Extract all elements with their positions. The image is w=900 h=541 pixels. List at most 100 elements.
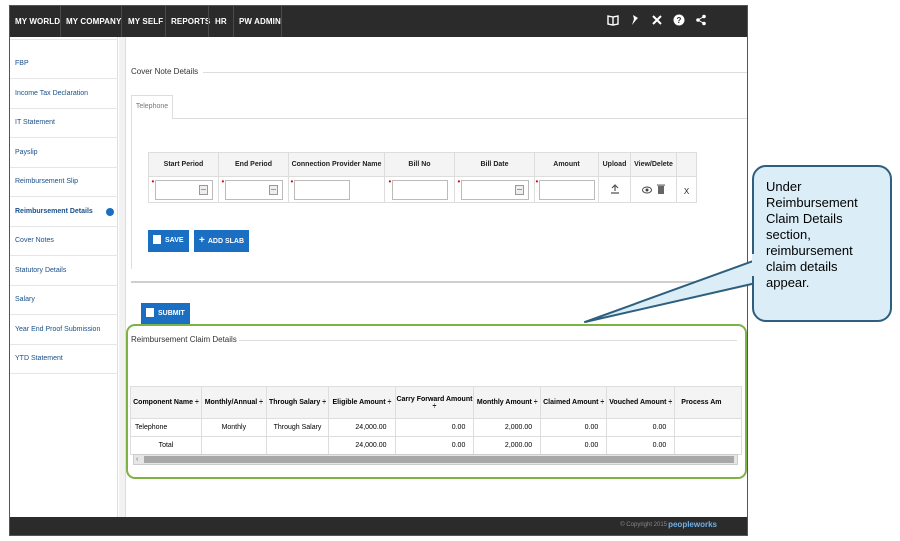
cell-through-salary bbox=[265, 436, 330, 455]
sidebar-item-fbp[interactable]: FBP bbox=[10, 50, 118, 79]
pin-icon[interactable] bbox=[628, 14, 642, 28]
tools-icon[interactable] bbox=[650, 14, 664, 28]
sidebar-item-label: Reimbursement Slip bbox=[15, 178, 79, 185]
table-row: Telephone Monthly Through Salary 24,000.… bbox=[130, 418, 742, 437]
upload-icon[interactable] bbox=[610, 183, 620, 194]
cell-claimed-amount: 0.00 bbox=[540, 418, 608, 437]
bill-date-input[interactable]: • bbox=[457, 176, 529, 200]
bill-no-cell: • bbox=[384, 176, 455, 203]
nav-my-self[interactable]: MY SELF bbox=[128, 6, 163, 37]
end-period-input[interactable]: • bbox=[221, 176, 283, 200]
bill-date-cell: • bbox=[454, 176, 535, 203]
col-monthly-amount[interactable]: Monthly Amount ÷ bbox=[473, 386, 542, 419]
table-row: • • • • • • X bbox=[148, 176, 697, 203]
submit-button[interactable]: SUBMIT bbox=[141, 303, 190, 325]
sidebar-item-payslip[interactable]: Payslip bbox=[10, 139, 118, 168]
view-delete-cell bbox=[630, 176, 677, 203]
sidebar-item-label: Reimbursement Details bbox=[15, 208, 93, 215]
col-vouched-amount[interactable]: Vouched Amount ÷ bbox=[606, 386, 676, 419]
col-bill-no: Bill No bbox=[384, 152, 455, 177]
col-eligible-amount[interactable]: Eligible Amount ÷ bbox=[328, 386, 396, 419]
sidebar-item-year-end-proof-submission[interactable]: Year End Proof Submission bbox=[10, 316, 118, 345]
start-period-input[interactable]: • bbox=[152, 177, 213, 200]
end-period-cell: • bbox=[218, 176, 289, 203]
claim-details-table: Component Name ÷ Monthly/Annual ÷ Throug… bbox=[130, 386, 742, 455]
plus-icon: + bbox=[199, 235, 205, 246]
cell-component-name: Telephone bbox=[130, 418, 202, 437]
table-row-total: Total 24,000.00 0.00 2,000.00 0.00 0.00 bbox=[130, 436, 742, 455]
sidebar-item-income-tax-declaration[interactable]: Income Tax Declaration bbox=[10, 80, 118, 109]
col-remove bbox=[676, 152, 697, 177]
calendar-icon[interactable] bbox=[198, 184, 208, 195]
claim-table-viewport: Component Name ÷ Monthly/Annual ÷ Throug… bbox=[130, 386, 742, 456]
provider-cell: • bbox=[288, 176, 385, 203]
sidebar-item-label: YTD Statement bbox=[15, 355, 63, 362]
cell-component-name: Total bbox=[130, 436, 202, 455]
sidebar-item-label: FBP bbox=[15, 60, 29, 67]
col-amount: Amount bbox=[534, 152, 599, 177]
amount-cell: • bbox=[534, 176, 599, 203]
callout-text: Under Reimbursement Claim Details sectio… bbox=[766, 179, 858, 290]
col-claimed-amount[interactable]: Claimed Amount ÷ bbox=[540, 386, 608, 419]
cell-monthly-amount: 2,000.00 bbox=[473, 418, 542, 437]
connection-provider-input[interactable]: • bbox=[291, 177, 350, 200]
book-icon[interactable] bbox=[606, 14, 620, 28]
scroll-left-arrow-icon[interactable]: ‹ bbox=[136, 455, 138, 464]
col-bill-date: Bill Date bbox=[454, 152, 535, 177]
cover-note-title: Cover Note Details bbox=[131, 67, 199, 76]
col-process-amount[interactable]: Process Am bbox=[674, 386, 742, 419]
cell-monthly-amount: 2,000.00 bbox=[473, 436, 542, 455]
remove-row-button[interactable]: X bbox=[684, 187, 689, 196]
nav-hr[interactable]: HR bbox=[215, 6, 227, 37]
help-icon[interactable]: ? bbox=[672, 14, 686, 28]
col-start-period: Start Period bbox=[148, 152, 219, 177]
tab-strip-line bbox=[173, 118, 747, 119]
sidebar-item-ytd-statement[interactable]: YTD Statement bbox=[10, 345, 118, 374]
tab-telephone[interactable]: Telephone bbox=[131, 95, 173, 119]
save-button[interactable]: SAVE bbox=[148, 230, 189, 252]
horizontal-scrollbar[interactable]: ‹ bbox=[133, 454, 738, 465]
amount-input[interactable]: • bbox=[536, 177, 595, 200]
required-marker: • bbox=[457, 176, 461, 186]
cell-vouched-amount: 0.00 bbox=[606, 436, 676, 455]
add-slab-button-label: ADD SLAB bbox=[207, 238, 245, 245]
col-through-salary[interactable]: Through Salary ÷ bbox=[265, 386, 330, 419]
callout-box: Under Reimbursement Claim Details sectio… bbox=[752, 165, 892, 322]
save-icon bbox=[146, 308, 154, 317]
copyright-text: © Copyright 2015 bbox=[620, 522, 667, 528]
nav-separator bbox=[165, 6, 166, 37]
sidebar-item-statutory-details[interactable]: Statutory Details bbox=[10, 257, 118, 286]
add-slab-button[interactable]: + ADD SLAB bbox=[194, 230, 250, 252]
sidebar-item-reimbursement-slip[interactable]: Reimbursement Slip bbox=[10, 168, 118, 197]
tab-panel-border bbox=[131, 119, 132, 269]
share-icon[interactable] bbox=[694, 14, 708, 28]
nav-separator bbox=[208, 6, 209, 37]
nav-separator bbox=[281, 6, 282, 37]
scrollbar-thumb[interactable] bbox=[144, 456, 734, 463]
cell-process-amount bbox=[674, 436, 742, 455]
calendar-icon[interactable] bbox=[514, 184, 524, 195]
sidebar-item-it-statement[interactable]: IT Statement bbox=[10, 109, 118, 138]
view-icon[interactable] bbox=[642, 186, 653, 194]
nav-reports[interactable]: REPORTS bbox=[171, 6, 210, 37]
nav-separator bbox=[233, 6, 234, 37]
col-monthly-annual[interactable]: Monthly/Annual ÷ bbox=[200, 386, 267, 419]
section-divider bbox=[203, 72, 747, 73]
trash-icon[interactable] bbox=[656, 184, 665, 194]
cell-carry-forward-amount: 0.00 bbox=[394, 418, 475, 437]
calendar-icon[interactable] bbox=[268, 184, 278, 195]
footer-bar: © Copyright 2015 peopleworks bbox=[10, 517, 747, 535]
sidebar-item-salary[interactable]: Salary bbox=[10, 286, 118, 315]
required-marker: • bbox=[221, 176, 225, 186]
sidebar-item-reimbursement-details[interactable]: Reimbursement Details bbox=[10, 198, 118, 227]
col-component-name[interactable]: Component Name ÷ bbox=[130, 386, 202, 419]
col-carry-forward-amount[interactable]: Carry Forward Amount ÷ bbox=[394, 386, 475, 419]
sidebar-item-cover-notes[interactable]: Cover Notes bbox=[10, 227, 118, 256]
nav-pw-admin[interactable]: PW ADMIN bbox=[239, 6, 281, 37]
bill-no-input[interactable]: • bbox=[389, 177, 448, 200]
left-sidebar: FBP Income Tax Declaration IT Statement … bbox=[10, 37, 118, 517]
svg-text:?: ? bbox=[677, 16, 682, 25]
col-connection-provider-name: Connection Provider Name bbox=[288, 152, 385, 177]
cell-eligible-amount: 24,000.00 bbox=[328, 418, 396, 437]
cell-eligible-amount: 24,000.00 bbox=[328, 436, 396, 455]
